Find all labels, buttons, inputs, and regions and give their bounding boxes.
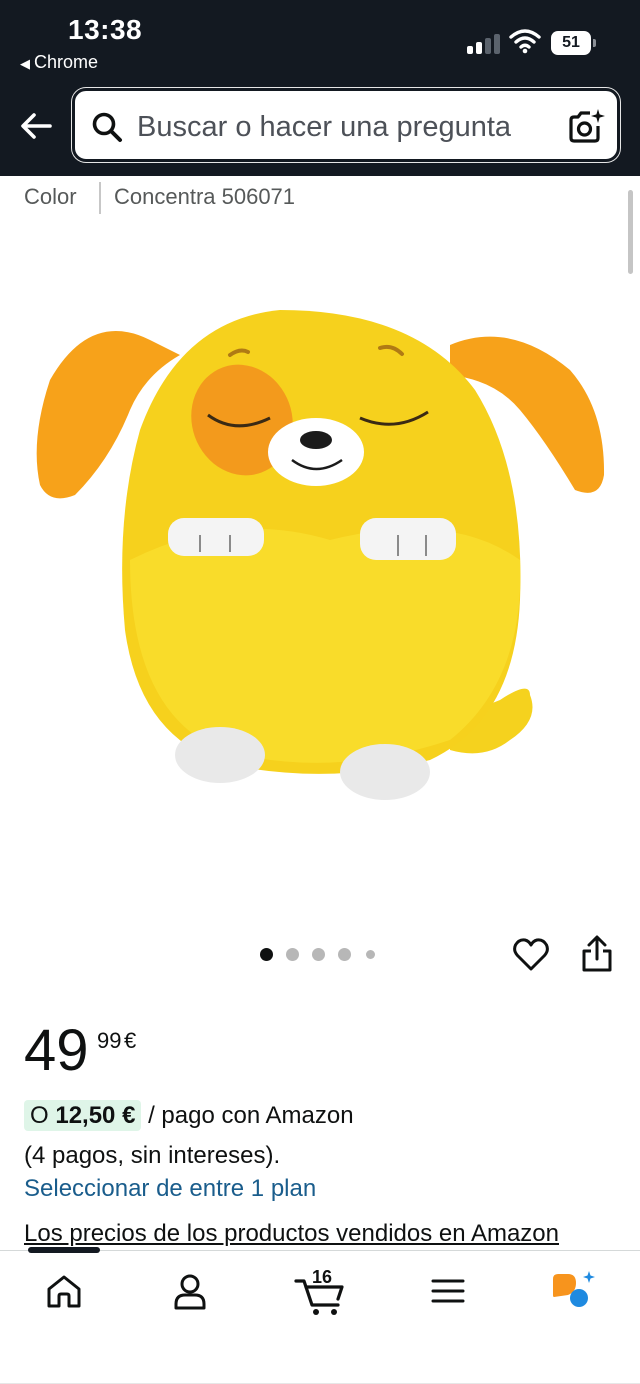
- product-image[interactable]: [30, 300, 610, 810]
- battery-level: 51: [551, 31, 591, 55]
- bottom-tab-bar: 16: [0, 1247, 640, 1384]
- installment-suffix: / pago con Amazon: [148, 1102, 354, 1129]
- tab-rufus-assistant[interactable]: [548, 1267, 604, 1317]
- cellular-signal-icon: [467, 32, 501, 54]
- wifi-icon: [509, 29, 541, 54]
- price-whole: 49: [24, 1018, 89, 1083]
- rufus-assistant-icon: [553, 1271, 595, 1307]
- pricing-disclaimer-link[interactable]: Los precios de los productos vendidos en…: [24, 1220, 559, 1248]
- variation-divider: [99, 182, 101, 214]
- price-fraction: 99: [97, 1028, 122, 1053]
- select-plan-link[interactable]: Seleccionar de entre 1 plan: [24, 1175, 316, 1203]
- tab-menu[interactable]: [424, 1267, 480, 1317]
- cart-count-badge: 16: [312, 1267, 333, 1287]
- camera-search-icon[interactable]: [567, 108, 605, 146]
- installment-amount: 12,50 €: [55, 1102, 136, 1129]
- battery-icon: 51: [551, 31, 597, 55]
- user-icon: [174, 1274, 206, 1310]
- price-currency: €: [124, 1028, 137, 1053]
- active-tab-indicator: [28, 1247, 100, 1253]
- search-icon: [92, 112, 122, 142]
- top-header: 13:38 ◀ Chrome 51 Buscar o hacer una preg…: [0, 0, 640, 176]
- back-triangle-icon: ◀: [20, 56, 30, 71]
- carousel-dot[interactable]: [260, 948, 273, 961]
- status-time: 13:38: [68, 14, 143, 45]
- installment-terms: (4 pagos, sin intereses).: [24, 1142, 281, 1169]
- search-input[interactable]: Buscar o hacer una pregunta: [137, 111, 511, 144]
- installment-prefix: O: [30, 1102, 49, 1129]
- back-arrow-icon[interactable]: [16, 106, 56, 146]
- carousel-dot[interactable]: [286, 948, 299, 961]
- wishlist-heart-icon[interactable]: [512, 936, 550, 974]
- menu-icon: [431, 1279, 465, 1303]
- product-price: 49 99 €: [24, 1018, 136, 1084]
- tab-account[interactable]: [166, 1267, 222, 1317]
- home-icon: [47, 1275, 81, 1308]
- carousel-dot[interactable]: [366, 950, 375, 959]
- tab-cart[interactable]: 16: [294, 1267, 354, 1317]
- installment-badge: O 12,50 €: [24, 1100, 142, 1131]
- page-scrollbar[interactable]: [628, 190, 633, 274]
- tab-home[interactable]: [40, 1267, 96, 1317]
- carousel-dot[interactable]: [338, 948, 351, 961]
- installment-offer: O 12,50 € / pago con Amazon: [24, 1100, 354, 1131]
- variation-value: Concentra 506071: [114, 184, 296, 209]
- carousel-dot[interactable]: [312, 948, 325, 961]
- share-icon[interactable]: [580, 934, 614, 974]
- back-to-app-label: Chrome: [34, 52, 99, 72]
- search-bar[interactable]: Buscar o hacer una pregunta: [72, 88, 620, 162]
- back-to-app-link[interactable]: ◀ Chrome: [20, 52, 98, 73]
- variation-label: Color: [24, 184, 77, 209]
